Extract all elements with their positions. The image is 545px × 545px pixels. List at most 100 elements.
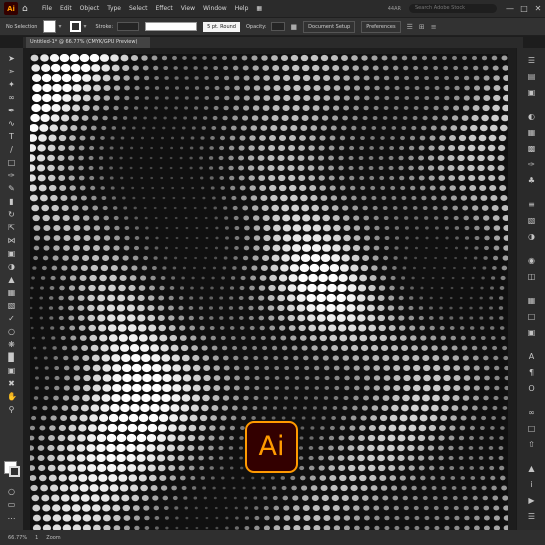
panel-menu-icon[interactable]: ≡ bbox=[431, 23, 437, 31]
document-setup-button[interactable]: Document Setup bbox=[303, 20, 356, 33]
swatches-icon[interactable]: ▩ bbox=[527, 144, 536, 153]
menu-help[interactable]: Help bbox=[235, 5, 249, 12]
menu-file[interactable]: File bbox=[42, 5, 52, 12]
paragraph-icon[interactable]: ¶ bbox=[527, 368, 536, 377]
opacity-field[interactable] bbox=[270, 22, 285, 31]
direct-selection-icon[interactable]: ➣ bbox=[7, 67, 16, 76]
fill-swatch[interactable] bbox=[43, 20, 57, 33]
stroke-dropdown-icon[interactable]: ▾ bbox=[83, 23, 89, 30]
document-tab[interactable]: Untitled-1* @ 66.77% (CMYK/GPU Preview) bbox=[26, 37, 150, 48]
selection-arrow-icon[interactable]: ➤ bbox=[7, 54, 16, 63]
mesh-icon[interactable]: ▦ bbox=[7, 288, 16, 297]
panel-dock: ☰ ▤ ▣ ◐ ▦ ▩ ✑ ♣ ≡ ▧ ◑ ◉ ◫ ▦ □ ▣ A ¶ O ∞ … bbox=[516, 48, 545, 530]
arrange-documents-icon[interactable]: ▦ bbox=[256, 5, 262, 12]
illustrator-logo-badge: Ai bbox=[245, 421, 298, 473]
stroke-weight-field[interactable] bbox=[117, 22, 140, 31]
transform-icon[interactable]: ▣ bbox=[527, 328, 536, 337]
rectangle-icon[interactable]: □ bbox=[7, 158, 16, 167]
symbols-icon[interactable]: ♣ bbox=[527, 176, 536, 185]
brush-definition-dropdown[interactable]: 5 pt. Round bbox=[203, 21, 240, 32]
align-icon[interactable]: ☰ bbox=[407, 23, 413, 31]
character-icon[interactable]: A bbox=[527, 352, 536, 361]
workspace-switcher[interactable]: 44AR bbox=[388, 6, 401, 12]
variable-width-profile[interactable] bbox=[145, 22, 198, 31]
free-transform-icon[interactable]: ▣ bbox=[7, 249, 16, 258]
document-tab-bar: Untitled-1* @ 66.77% (CMYK/GPU Preview) bbox=[23, 37, 523, 48]
zoom-icon[interactable]: ⚲ bbox=[7, 405, 16, 414]
transform-icon[interactable]: ⊞ bbox=[419, 23, 425, 31]
magic-wand-icon[interactable]: ✦ bbox=[7, 80, 16, 89]
graph-icon[interactable]: ▉ bbox=[7, 353, 16, 362]
brushes-icon[interactable]: ✑ bbox=[527, 160, 536, 169]
edit-toolbar-icon[interactable]: ⋯ bbox=[7, 514, 16, 523]
shape-builder-icon[interactable]: ◑ bbox=[7, 262, 16, 271]
rotate-icon[interactable]: ↻ bbox=[7, 210, 16, 219]
align-icon[interactable]: ▦ bbox=[527, 296, 536, 305]
transparency-icon[interactable]: ◑ bbox=[527, 232, 536, 241]
preferences-button[interactable]: Preferences bbox=[361, 20, 401, 33]
libraries-icon[interactable]: ▣ bbox=[527, 88, 536, 97]
menu-edit[interactable]: Edit bbox=[60, 5, 72, 12]
gradient-icon[interactable]: ▧ bbox=[7, 301, 16, 310]
fill-dropdown-icon[interactable]: ▾ bbox=[58, 23, 64, 30]
minimize-button[interactable]: — bbox=[503, 4, 517, 13]
artboard-icon[interactable]: ▣ bbox=[7, 366, 16, 375]
curvature-icon[interactable]: ∿ bbox=[7, 119, 16, 128]
menu-type[interactable]: Type bbox=[107, 5, 121, 12]
opacity-label: Opacity: bbox=[245, 23, 267, 30]
search-stock-input[interactable]: Search Adobe Stock bbox=[409, 4, 497, 13]
menu-effect[interactable]: Effect bbox=[156, 5, 173, 12]
gradient-panel-icon[interactable]: ▧ bbox=[527, 216, 536, 225]
eyedropper-icon[interactable]: ✓ bbox=[7, 314, 16, 323]
zoom-level-field[interactable]: 66.77% bbox=[8, 535, 27, 541]
stroke-color-swatch[interactable] bbox=[9, 466, 20, 477]
graphic-styles-icon[interactable]: ◫ bbox=[527, 272, 536, 281]
opentype-icon[interactable]: O bbox=[527, 384, 536, 393]
info-icon[interactable]: i bbox=[527, 480, 536, 489]
style-icon[interactable]: ■ bbox=[291, 23, 298, 31]
appearance-icon[interactable]: ◉ bbox=[527, 256, 536, 265]
perspective-icon[interactable]: ▲ bbox=[7, 275, 16, 284]
navigator-icon[interactable]: ▲ bbox=[527, 464, 536, 473]
color-icon[interactable]: ◐ bbox=[527, 112, 536, 121]
pathfinder-icon[interactable]: □ bbox=[527, 312, 536, 321]
app-logo: Ai bbox=[4, 2, 18, 15]
paintbrush-icon[interactable]: ✑ bbox=[7, 171, 16, 180]
artboard-number-field[interactable]: 1 bbox=[35, 535, 38, 541]
symbol-sprayer-icon[interactable]: ❋ bbox=[7, 340, 16, 349]
menu-object[interactable]: Object bbox=[80, 5, 100, 12]
close-button[interactable]: ✕ bbox=[531, 4, 545, 13]
pen-icon[interactable]: ✒ bbox=[7, 106, 16, 115]
lasso-icon[interactable]: ∞ bbox=[7, 93, 16, 102]
artboards-icon[interactable]: □ bbox=[527, 424, 536, 433]
pencil-icon[interactable]: ✎ bbox=[7, 184, 16, 193]
stroke-icon[interactable]: ≡ bbox=[527, 200, 536, 209]
eraser-icon[interactable]: ▮ bbox=[7, 197, 16, 206]
width-icon[interactable]: ⋈ bbox=[7, 236, 16, 245]
layers-icon[interactable]: ▤ bbox=[527, 72, 536, 81]
scale-icon[interactable]: ⇱ bbox=[7, 223, 16, 232]
home-icon[interactable]: ⌂ bbox=[22, 4, 32, 14]
maximize-button[interactable]: □ bbox=[517, 4, 531, 13]
status-bar: 66.77% 1 Zoom bbox=[0, 530, 545, 545]
document-info-icon[interactable]: ☰ bbox=[527, 512, 536, 521]
links-icon[interactable]: ∞ bbox=[527, 408, 536, 417]
line-icon[interactable]: ∕ bbox=[7, 145, 16, 154]
tools-panel: ➤ ➣ ✦ ∞ ✒ ∿ T ∕ □ ✑ ✎ ▮ ↻ ⇱ ⋈ ▣ ◑ ▲ ▦ ▧ … bbox=[0, 48, 23, 530]
screen-mode-icon[interactable]: ▭ bbox=[7, 500, 16, 509]
properties-icon[interactable]: ☰ bbox=[527, 56, 536, 65]
stroke-swatch[interactable] bbox=[70, 21, 82, 32]
hand-icon[interactable]: ✋ bbox=[7, 392, 17, 401]
menu-select[interactable]: Select bbox=[129, 5, 148, 12]
menu-view[interactable]: View bbox=[181, 5, 195, 12]
asset-export-icon[interactable]: ⇧ bbox=[527, 440, 536, 449]
slice-icon[interactable]: ✖ bbox=[7, 379, 16, 388]
draw-mode-icon[interactable]: ○ bbox=[7, 487, 16, 496]
color-guide-icon[interactable]: ▦ bbox=[527, 128, 536, 137]
control-bar: No Selection ▾ ▾ Stroke: 5 pt. Round Opa… bbox=[0, 17, 545, 36]
type-icon[interactable]: T bbox=[7, 132, 16, 141]
stroke-label: Stroke: bbox=[95, 23, 114, 30]
blend-icon[interactable]: ○ bbox=[7, 327, 16, 336]
actions-icon[interactable]: ▶ bbox=[527, 496, 536, 505]
menu-window[interactable]: Window bbox=[203, 5, 227, 12]
